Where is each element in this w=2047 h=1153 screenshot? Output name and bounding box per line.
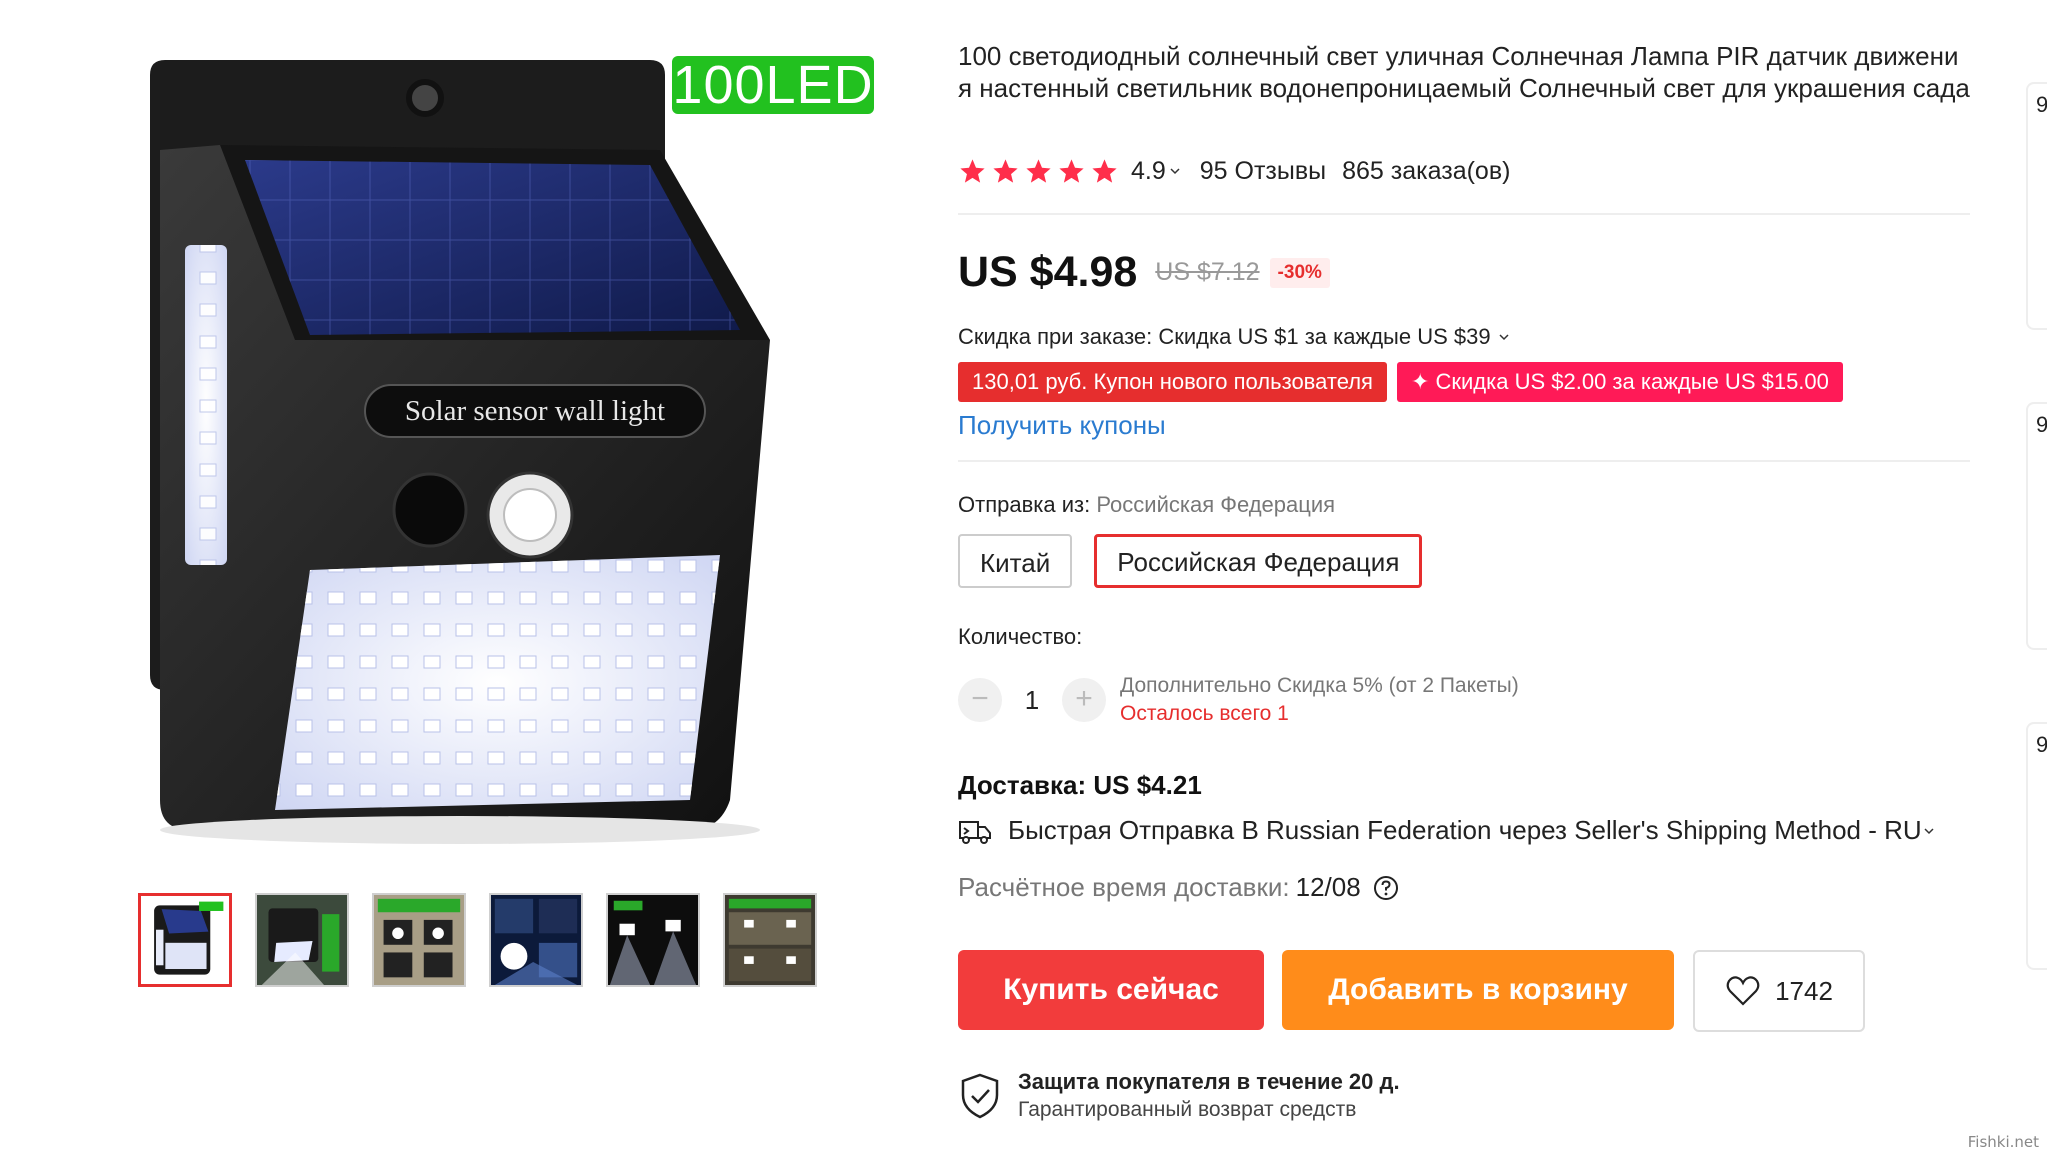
quantity-stepper: − 1 + Дополнительно Скидка 5% (от 2 Паке… (958, 672, 1519, 728)
wishlist-count: 1742 (1775, 975, 1833, 1006)
store-discount-coupon[interactable]: ✦ Скидка US $2.00 за каждые US $15.00 (1396, 362, 1843, 402)
chevron-down-icon (1924, 827, 1934, 834)
thumbnail-3[interactable] (372, 893, 466, 987)
delivery-time: Расчётное время доставки: 12/08 (958, 872, 1399, 903)
quantity-note: Дополнительно Скидка 5% (от 2 Пакеты) Ос… (1120, 672, 1519, 728)
rating-stars (958, 157, 1119, 186)
price-row: US $4.98 US $7.12 -30% (958, 248, 1330, 297)
delivery-method-text: Быстрая Отправка В Russian Federation че… (1008, 815, 1922, 845)
current-price: US $4.98 (958, 248, 1138, 296)
action-buttons: Купить сейчас Добавить в корзину 1742 (958, 950, 1865, 1032)
get-coupons-link[interactable]: Получить купоны (958, 410, 1166, 441)
star-icon (1059, 158, 1084, 183)
coupon-row: 130,01 руб. Купон нового пользователя ✦ … (958, 362, 1843, 402)
ship-from-value: Российская Федерация (1096, 492, 1336, 517)
thumbnail-5[interactable] (606, 893, 700, 987)
order-discount[interactable]: Скидка при заказе: Скидка US $1 за кажды… (958, 324, 1509, 350)
quantity-increase-button[interactable]: + (1062, 678, 1106, 722)
protection-subtitle: Гарантированный возврат средств (1018, 1098, 1357, 1121)
thumbnail-1[interactable] (138, 893, 232, 987)
quantity-value[interactable]: 1 (1002, 685, 1062, 716)
help-icon[interactable] (1373, 875, 1399, 901)
chevron-down-icon (1499, 334, 1509, 341)
ship-from-label: Отправка из: (958, 492, 1091, 517)
new-user-coupon[interactable]: 130,01 руб. Купон нового пользователя (958, 362, 1387, 402)
ship-from: Отправка из: Российская Федерация (958, 492, 1335, 518)
ship-from-options: Китай Российская Федерация (958, 534, 1423, 588)
recommendation-card-text: 9 (2036, 412, 2047, 437)
thumbnail-2[interactable] (255, 893, 349, 987)
orders-count: 865 заказа(ов) (1342, 156, 1511, 185)
thumbnail-4[interactable] (489, 893, 583, 987)
recommendation-card[interactable]: 9 (2026, 402, 2047, 650)
watermark: Fishki.net (1967, 1133, 2039, 1151)
truck-icon (959, 820, 991, 844)
recommendation-card-text: 9 (2036, 92, 2047, 117)
ship-option-russia[interactable]: Российская Федерация (1094, 534, 1423, 588)
rating-row: 4.9 95 Отзывы 865 заказа(ов) (958, 154, 1510, 188)
recommendation-card[interactable]: 9 (2026, 82, 2047, 330)
divider (958, 213, 1970, 215)
reviews-link[interactable]: 95 Отзывы (1200, 157, 1326, 186)
heart-icon (1726, 976, 1760, 1006)
delivery-time-value: 12/08 (1295, 872, 1361, 902)
recommendation-card-text: 9 (2036, 732, 2047, 757)
main-product-image[interactable]: Solar sensor wall light (130, 40, 900, 860)
wishlist-button[interactable]: 1742 (1693, 950, 1865, 1032)
star-icon (993, 158, 1018, 183)
protection-title: Защита покупателя в течение 20 д. (1018, 1069, 1400, 1094)
old-price: US $7.12 (1155, 258, 1260, 286)
star-icon (960, 158, 985, 183)
shield-check-icon (961, 1073, 999, 1119)
quantity-label: Количество: (958, 624, 1083, 649)
buyer-protection: Защита покупателя в течение 20 д. Гарант… (958, 1068, 1400, 1124)
rating-value[interactable]: 4.9 (1131, 157, 1166, 186)
star-icon (1092, 158, 1117, 183)
order-discount-text: Скидка при заказе: Скидка US $1 за кажды… (958, 324, 1491, 349)
ship-option-china[interactable]: Китай (958, 534, 1073, 588)
quantity-decrease-button[interactable]: − (958, 678, 1002, 722)
recommendation-card[interactable]: 9 (2026, 722, 2047, 970)
delivery-method[interactable]: Быстрая Отправка В Russian Federation че… (958, 815, 1934, 846)
delivery-price: Доставка: US $4.21 (958, 770, 1202, 800)
discount-badge: -30% (1269, 257, 1330, 288)
delivery-time-label: Расчётное время доставки: (958, 872, 1290, 902)
buy-now-button[interactable]: Купить сейчас (958, 950, 1264, 1030)
chevron-down-icon[interactable] (1170, 166, 1180, 176)
stock-left-text: Осталось всего 1 (1120, 702, 1289, 725)
add-to-cart-button[interactable]: Добавить в корзину (1282, 950, 1674, 1030)
star-icon (1026, 158, 1051, 183)
product-title: 100 светодиодный солнечный свет уличная … (958, 41, 1970, 103)
divider (958, 460, 1970, 462)
led-count-badge: 100LED (672, 55, 874, 115)
product-caption: Solar sensor wall light (405, 395, 665, 427)
thumbnail-6[interactable] (723, 893, 817, 987)
bulk-discount-text: Дополнительно Скидка 5% (от 2 Пакеты) (1120, 674, 1519, 697)
